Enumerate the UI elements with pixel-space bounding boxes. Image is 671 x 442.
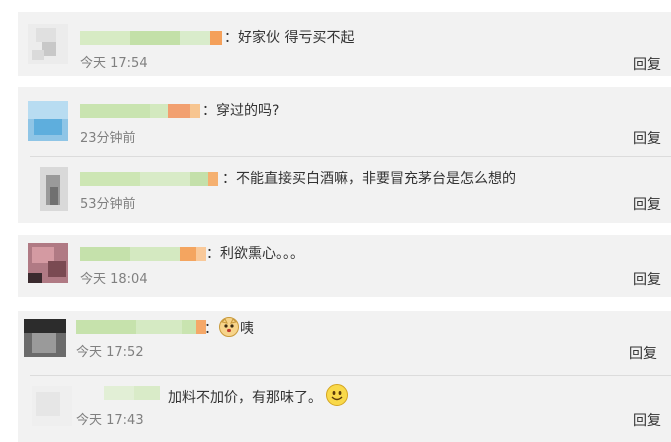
reply-button[interactable]: 回复 [633, 56, 661, 74]
comment-block-3: ：利欲熏心。。。 今天 18:04 回复 [18, 235, 671, 297]
comment-block-2: ：穿过的吗? 23分钟前 回复 ：不能直接买白酒嘛，非要冒充茅台是怎么想的 53… [18, 87, 671, 223]
avatar[interactable] [28, 24, 68, 64]
reply-button[interactable]: 回复 [629, 345, 657, 363]
comment-time: 53分钟前 [80, 197, 136, 212]
smiley-emoji-icon [326, 384, 349, 406]
username-blurred[interactable] [80, 247, 206, 261]
comment-text: ：不能直接买白酒嘛，非要冒充茅台是怎么想的 [222, 171, 516, 187]
cat-face-emoji-icon [219, 317, 239, 337]
comment-row: ：利欲熏心。。。 今天 18:04 回复 [18, 235, 671, 297]
reply-button[interactable]: 回复 [633, 196, 661, 214]
username-blurred[interactable] [80, 104, 200, 118]
avatar[interactable] [32, 386, 72, 426]
comment-text: ：好家伙 得亏买不起 [224, 30, 355, 46]
avatar[interactable] [28, 243, 68, 283]
comment-text-suffix: 咦 [240, 321, 254, 337]
comment-block-1: ：好家伙 得亏买不起 今天 17:54 回复 [18, 12, 671, 76]
comment-row: 加料不加价，有那味了。 今天 17:43 回复 [18, 376, 671, 442]
avatar[interactable] [24, 319, 66, 357]
comment-text-prefix: ： [204, 321, 218, 337]
avatar[interactable] [28, 101, 68, 141]
comment-row: ：不能直接买白酒嘛，非要冒充茅台是怎么想的 53分钟前 回复 [18, 157, 671, 223]
reply-button[interactable]: 回复 [633, 130, 661, 148]
comment-text: ：利欲熏心。。。 [206, 246, 304, 262]
comment-row: ：好家伙 得亏买不起 今天 17:54 回复 [18, 12, 671, 76]
comment-text: ： 咦 [204, 317, 254, 338]
comment-text-main: 加料不加价，有那味了。 [168, 390, 322, 406]
comment-time: 今天 17:54 [80, 56, 148, 71]
comment-text: ：穿过的吗? [202, 103, 280, 119]
comment-time: 今天 18:04 [80, 272, 148, 287]
username-blurred[interactable] [80, 172, 218, 186]
comment-row: ：穿过的吗? 23分钟前 回复 [18, 87, 671, 153]
comment-time: 今天 17:52 [76, 345, 144, 360]
comment-block-4: ： 咦 今天 17:52 回复 加料不加价，有那味了。 今天 17:43 回复 [18, 311, 671, 442]
reply-button[interactable]: 回复 [633, 412, 661, 430]
avatar[interactable] [40, 167, 68, 211]
comment-time: 23分钟前 [80, 131, 136, 146]
comment-text: 加料不加价，有那味了。 [168, 384, 349, 407]
username-blurred[interactable] [104, 386, 160, 400]
username-blurred[interactable] [76, 320, 206, 334]
reply-button[interactable]: 回复 [633, 271, 661, 289]
username-blurred[interactable] [80, 31, 222, 45]
comment-row: ： 咦 今天 17:52 回复 [18, 311, 671, 373]
comment-time: 今天 17:43 [76, 413, 144, 428]
